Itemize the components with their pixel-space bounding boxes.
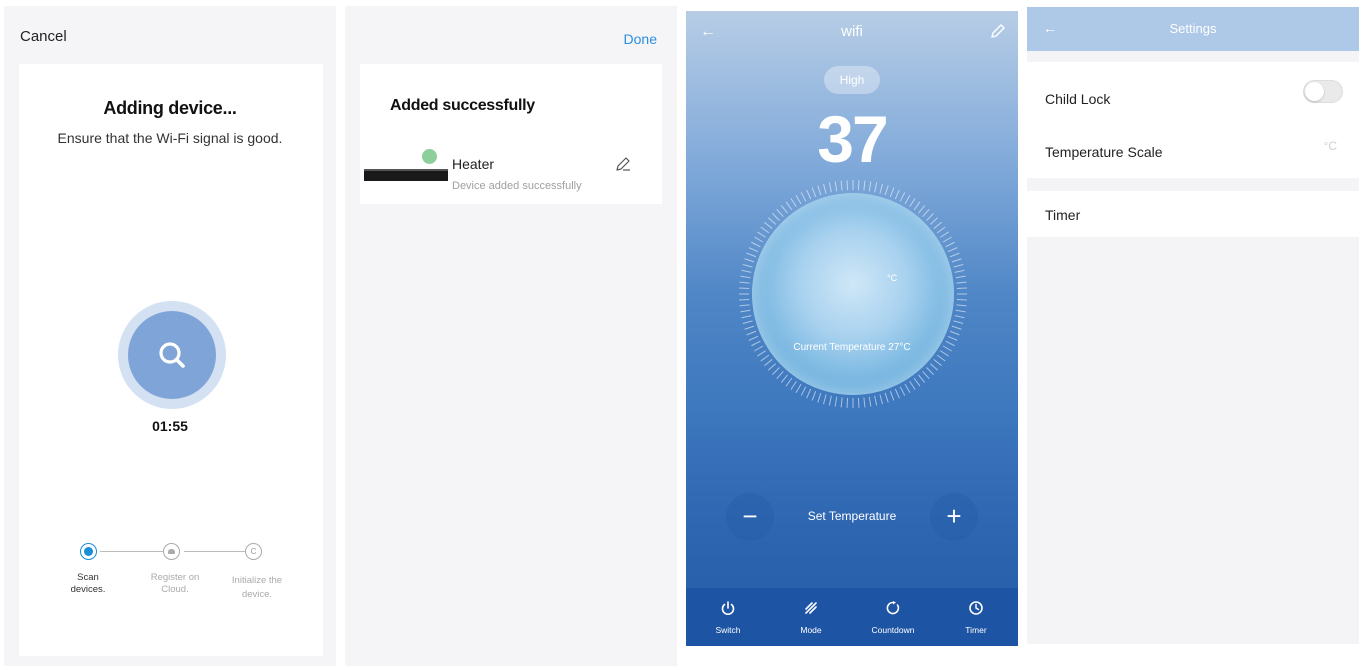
scan-progress-ring (118, 301, 226, 409)
edit-button[interactable] (990, 23, 1006, 44)
step-label-register: Register on Cloud. (150, 572, 200, 595)
step-scan-dot (80, 543, 97, 560)
pencil-icon (991, 24, 1005, 38)
page-subtitle: Ensure that the Wi-Fi signal is good. (57, 130, 283, 146)
temperature-scale-value: °C (1323, 139, 1337, 153)
bottom-nav: Switch Mode Countdown Timer (686, 588, 1018, 646)
step-label-scan: Scan devices. (70, 572, 106, 595)
screenshot-collage: Cancel Adding device... Ensure that the … (0, 0, 1363, 670)
cancel-button[interactable]: Cancel (20, 28, 67, 45)
device-name: Heater (452, 156, 495, 172)
page-title: Adding device... (103, 98, 237, 118)
dial-globe (752, 193, 954, 395)
clock-icon (969, 601, 983, 615)
temperature-scale-label[interactable]: Temperature Scale (1045, 144, 1163, 160)
adding-device-screen: Cancel Adding device... Ensure that the … (4, 6, 336, 666)
pencil-icon (616, 157, 630, 171)
done-button[interactable]: Done (624, 31, 657, 47)
power-icon (721, 601, 735, 616)
device-status: Device added successfully (452, 180, 582, 192)
mode-pill[interactable]: High (824, 66, 880, 94)
progress-steps: C Scan devices. Register on Cloud. Initial… (58, 540, 288, 610)
added-successfully-screen: Done Added successfully Heater Device ad… (345, 6, 677, 666)
success-badge (422, 149, 437, 164)
settings-screen: ← Settings Child Lock Temperature Scale … (1027, 7, 1359, 644)
nav-countdown[interactable]: Countdown (863, 600, 923, 635)
page-title: Settings (1169, 21, 1217, 36)
cloud-icon (163, 543, 180, 560)
step-connector (100, 551, 168, 552)
copyright-icon: C (245, 543, 262, 560)
nav-switch[interactable]: Switch (698, 600, 758, 635)
search-icon (159, 342, 185, 368)
countdown-timer: 01:55 (152, 418, 188, 434)
scan-disc (128, 311, 216, 399)
device-title: wifi (841, 23, 863, 40)
child-lock-label: Child Lock (1045, 91, 1111, 107)
edit-name-button[interactable] (615, 156, 631, 177)
nav-timer-label: Timer (965, 625, 987, 635)
mode-icon (805, 602, 817, 614)
settings-group: Child Lock Temperature Scale (1027, 62, 1359, 178)
step-connector (184, 551, 246, 552)
current-temperature: Current Temperature 27°C (793, 342, 911, 353)
nav-mode[interactable]: Mode (781, 600, 841, 635)
set-temperature-value: 37 (817, 102, 888, 176)
temperature-unit: °C (887, 273, 898, 283)
step-label-initialize: Initialize the device. (231, 575, 283, 600)
temperature-dial (738, 179, 968, 409)
nav-timer[interactable]: Timer (946, 600, 1006, 635)
settings-header: ← Settings (1027, 7, 1359, 51)
nav-mode-label: Mode (800, 625, 822, 635)
heater-device-image (364, 169, 448, 181)
page-title: Added successfully (390, 97, 535, 114)
countdown-icon (886, 601, 900, 615)
timer-row[interactable]: Timer (1027, 191, 1359, 237)
timer-label: Timer (1045, 207, 1081, 223)
nav-countdown-label: Countdown (871, 625, 915, 635)
child-lock-toggle[interactable] (1303, 80, 1343, 103)
increase-temperature-button[interactable]: + (930, 493, 978, 541)
heater-control-screen: ← wifi High 37 °C Current Temperature 27… (686, 11, 1018, 646)
nav-switch-label: Switch (715, 625, 741, 635)
